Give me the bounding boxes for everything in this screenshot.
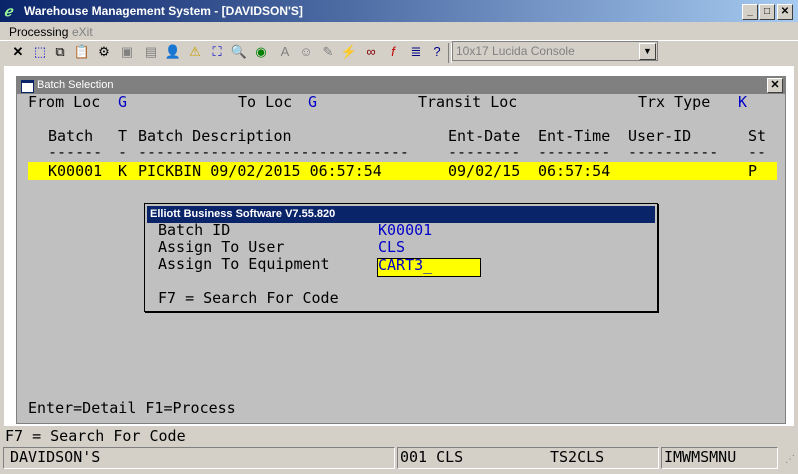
status-company: DAVIDSON'S (10, 448, 101, 466)
document-icon[interactable]: ▤ (142, 43, 160, 61)
font-icon[interactable]: A (276, 43, 294, 61)
menu-bar: Processing eXit (0, 22, 798, 40)
window-title: Warehouse Management System - [DAVIDSON'… (24, 4, 303, 18)
col-separator: -------- (538, 143, 611, 161)
list-icon[interactable]: ≣ (407, 43, 425, 61)
menu-exit[interactable]: eXit (72, 25, 93, 39)
row-status[interactable]: P (748, 162, 757, 180)
function-icon[interactable]: f (384, 43, 402, 61)
window-icon (21, 80, 34, 93)
batch-id-label: Batch ID (158, 221, 231, 239)
minimize-button[interactable]: _ (742, 4, 758, 20)
feather-icon[interactable]: ✎ (319, 43, 337, 61)
app-icon: ℯ (4, 3, 13, 19)
row-ent-time[interactable]: 06:57:54 (538, 162, 610, 180)
row-ent-date[interactable]: 09/02/15 (448, 162, 520, 180)
col-separator: -- (748, 143, 767, 161)
dialog-hint: F7 = Search For Code (158, 289, 339, 307)
col-separator: ------ (48, 143, 103, 161)
search-icon[interactable]: 🔍 (230, 43, 248, 61)
font-selector[interactable]: 10x17 Lucida Console ▼ (452, 41, 658, 61)
globe-icon[interactable]: ◉ (252, 43, 270, 61)
menu-processing[interactable]: Processing (9, 25, 68, 39)
row-type[interactable]: K (118, 162, 127, 180)
toolbar: ✕ ⬚ ⧉ 📋 ⚙ ▣ ▤ 👤 ⚠ ⛶ 🔍 ◉ A ☺ ✎ ⚡ ∞ f ≣ ? (0, 40, 798, 65)
binoculars-icon[interactable]: ⛶ (208, 43, 226, 61)
trx-type-label: Trx Type (638, 93, 711, 111)
link-icon[interactable]: ∞ (362, 43, 380, 61)
status-program: IMWMSMNU (664, 448, 737, 466)
select-icon[interactable]: ⬚ (31, 43, 49, 61)
window-title-bar: ℯ Warehouse Management System - [DAVIDSO… (0, 0, 798, 22)
batch-window-title: Batch Selection (37, 79, 114, 91)
col-separator: ---------- (628, 143, 719, 161)
from-loc-value[interactable]: G (118, 93, 127, 111)
dialog-title: Elliott Business Software V7.55.820 (150, 208, 336, 220)
assign-equipment-value[interactable]: CART3_ (378, 256, 432, 274)
assign-user-label: Assign To User (158, 238, 285, 256)
batch-window-caption: Batch Selection ✕ (17, 77, 785, 94)
settings-icon[interactable]: ⚙ (95, 43, 113, 61)
copy-icon[interactable]: ⧉ (51, 43, 69, 61)
status-user: 001 CLS (400, 448, 464, 466)
batch-window-footer: Enter=Detail F1=Process (28, 399, 236, 417)
trx-type-value[interactable]: K (738, 93, 747, 111)
to-loc-label: To Loc (238, 93, 293, 111)
assign-equipment-label: Assign To Equipment (158, 255, 330, 273)
window-icon[interactable]: ▣ (118, 43, 136, 61)
col-separator: -------- (448, 143, 521, 161)
warning-icon[interactable]: ⚠ (186, 43, 204, 61)
person-icon[interactable]: ☺ (297, 43, 315, 61)
maximize-button[interactable]: □ (759, 4, 775, 20)
status-message: F7 = Search For Code (5, 427, 186, 445)
close-button[interactable]: ✕ (777, 4, 793, 20)
assign-user-value[interactable]: CLS (378, 238, 405, 256)
status-terminal: TS2CLS (550, 448, 605, 466)
help-icon[interactable]: ? (428, 43, 446, 61)
row-batch[interactable]: K00001 (48, 162, 102, 180)
to-loc-value[interactable]: G (308, 93, 317, 111)
lightning-icon[interactable]: ⚡ (340, 43, 358, 61)
col-separator: ------------------------------ (138, 143, 409, 161)
row-description[interactable]: PICKBIN 09/02/2015 06:57:54 (138, 162, 382, 180)
font-selector-value: 10x17 Lucida Console (456, 44, 575, 58)
chevron-down-icon[interactable]: ▼ (639, 43, 656, 60)
resize-grip-icon[interactable]: ⋰ (779, 452, 795, 468)
col-separator: - (118, 143, 128, 161)
user-icon[interactable]: 👤 (164, 43, 182, 61)
from-loc-label: From Loc (28, 93, 101, 111)
transit-loc-label: Transit Loc (418, 93, 518, 111)
paste-icon[interactable]: 📋 (73, 43, 91, 61)
batch-window-close-button[interactable]: ✕ (767, 78, 783, 93)
batch-id-value: K00001 (378, 221, 433, 239)
close-icon[interactable]: ✕ (9, 43, 27, 61)
